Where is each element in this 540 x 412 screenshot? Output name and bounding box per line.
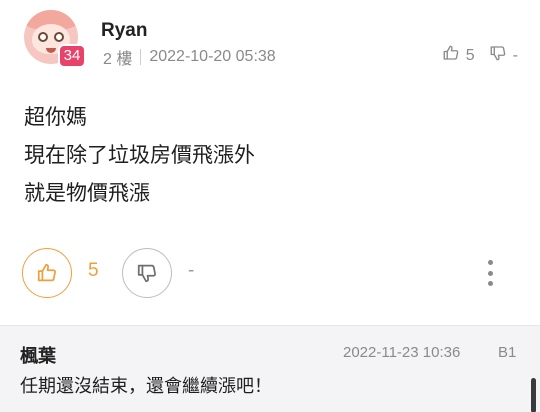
post-content: 超你媽 現在除了垃圾房價飛漲外 就是物價飛漲 xyxy=(24,98,255,212)
avatar-eye-right xyxy=(54,32,64,42)
content-line: 現在除了垃圾房價飛漲外 xyxy=(24,143,255,167)
more-dot xyxy=(487,270,493,276)
header-votes: 5 - xyxy=(442,44,518,67)
more-dot xyxy=(487,281,493,286)
username[interactable]: Ryan xyxy=(101,20,147,42)
dislike-count: - xyxy=(188,260,195,281)
like-count: 5 xyxy=(88,260,99,281)
reply-floor: B1 xyxy=(498,344,517,361)
reply-text: 任期還沒結束，還會繼續漲吧！ xyxy=(20,376,272,397)
avatar-eye-left xyxy=(38,32,48,42)
reply-item[interactable]: 楓葉 2022-11-23 10:36 B1 任期還沒結束，還會繼續漲吧！ xyxy=(0,325,540,412)
header-like-count: 5 xyxy=(465,46,475,64)
header-dislike-count: - xyxy=(512,46,518,64)
level-badge: 34 xyxy=(58,44,86,68)
floor-number: 2 樓 xyxy=(103,51,133,68)
post-timestamp: 2022-10-20 05:38 xyxy=(149,48,276,65)
more-vertical-icon[interactable] xyxy=(482,260,498,286)
content-line: 超你媽 xyxy=(24,105,87,129)
post-actions: 5 - xyxy=(22,248,522,298)
thumbs-down-icon[interactable] xyxy=(489,44,507,67)
scrollbar[interactable] xyxy=(531,378,536,412)
reply-author[interactable]: 楓葉 xyxy=(20,342,56,368)
dislike-button[interactable] xyxy=(122,248,172,298)
thumbs-down-icon xyxy=(137,264,156,283)
reply-timestamp: 2022-11-23 10:36 xyxy=(343,344,461,361)
thumbs-up-icon[interactable] xyxy=(442,44,460,67)
post-card: 34 Ryan 2 樓 2022-10-20 05:38 5 - 超你媽 現在除… xyxy=(0,0,540,325)
content-line: 就是物價飛漲 xyxy=(24,181,150,205)
thumbs-up-icon xyxy=(37,263,56,282)
post-meta: 2 樓 2022-10-20 05:38 xyxy=(103,45,276,69)
like-button[interactable] xyxy=(22,248,72,298)
more-dot xyxy=(487,260,493,265)
meta-divider xyxy=(140,49,142,65)
